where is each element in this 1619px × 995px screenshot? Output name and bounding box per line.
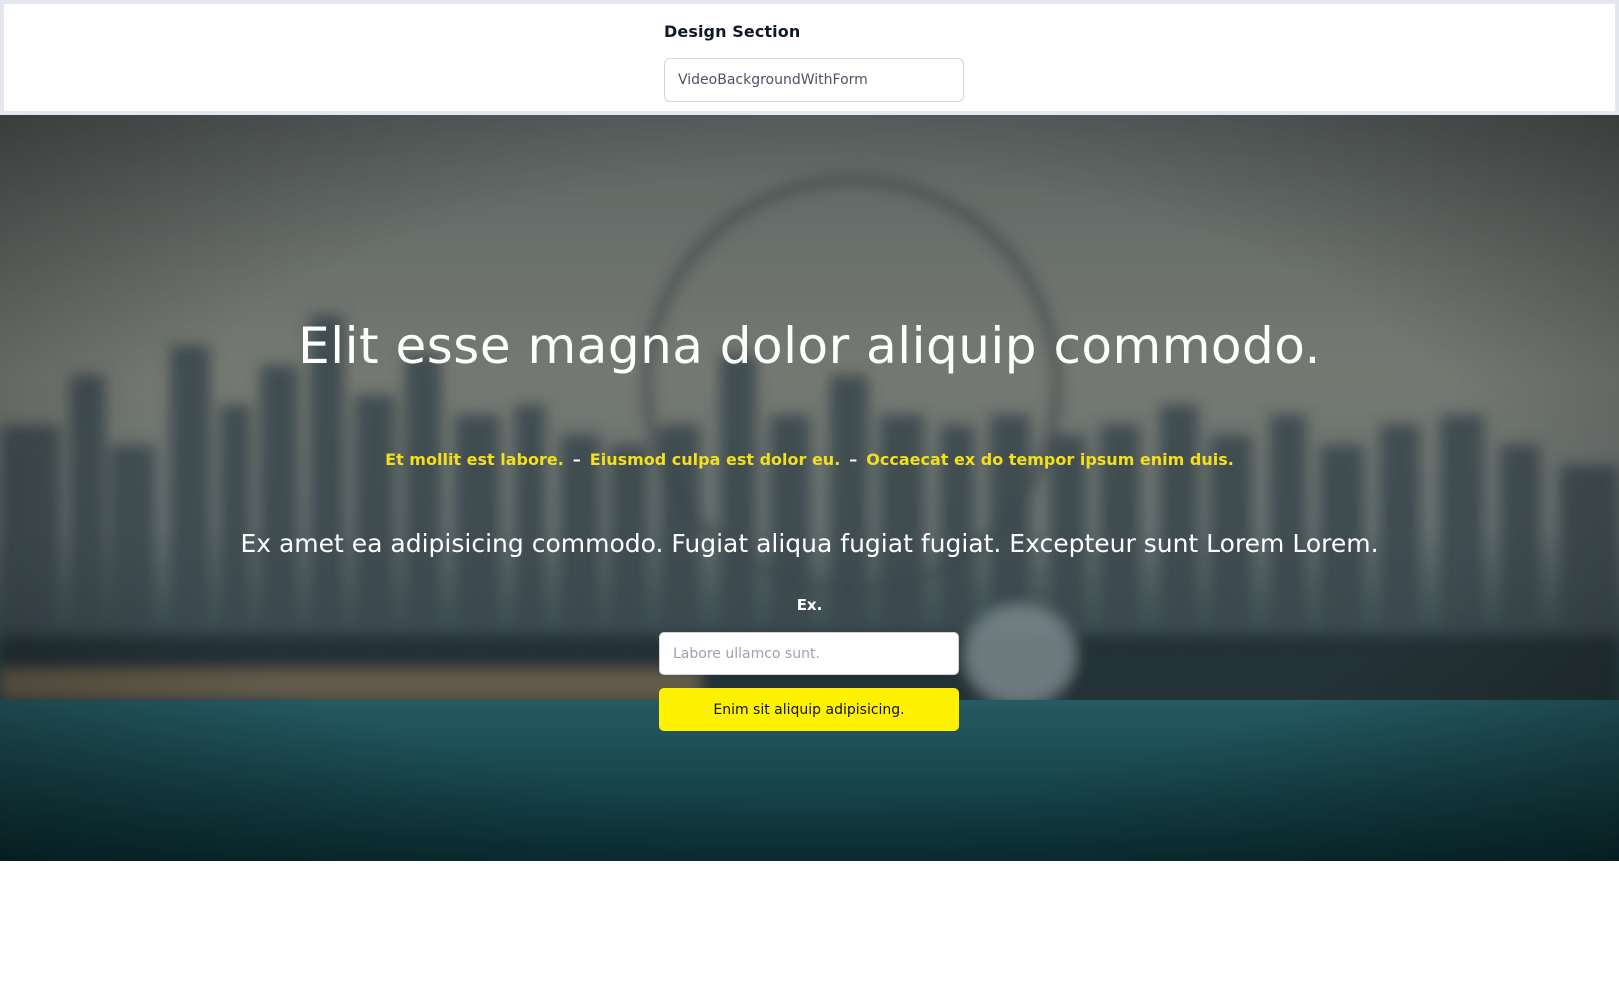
tagline-item: Occaecat ex do tempor ipsum enim duis. [866,450,1234,469]
design-section-panel: Design Section VideoBackgroundWithForm [0,0,1619,115]
hero-tagline: Et mollit est labore. – Eiusmod culpa est … [0,450,1619,469]
tagline-item: Eiusmod culpa est dolor eu. [589,450,841,469]
tagline-item: Et mollit est labore. [385,450,564,469]
video-background-hero: Elit esse magna dolor aliquip commodo. E… [0,115,1619,861]
form-label: Ex. [796,596,823,614]
hero-title: Elit esse magna dolor aliquip commodo. [298,316,1321,375]
tagline-separator: – [849,450,858,469]
design-section-label: Design Section [664,22,801,41]
design-section-container: Design Section VideoBackgroundWithForm [4,4,1615,111]
hero-subtitle: Ex amet ea adipisicing commodo. Fugiat a… [240,529,1379,558]
tagline-separator: – [572,450,581,469]
submit-button[interactable]: Enim sit aliquip adipisicing. [659,688,959,731]
email-input[interactable] [659,632,959,675]
background-video [0,115,1619,861]
design-section-select[interactable]: VideoBackgroundWithForm [664,58,964,102]
